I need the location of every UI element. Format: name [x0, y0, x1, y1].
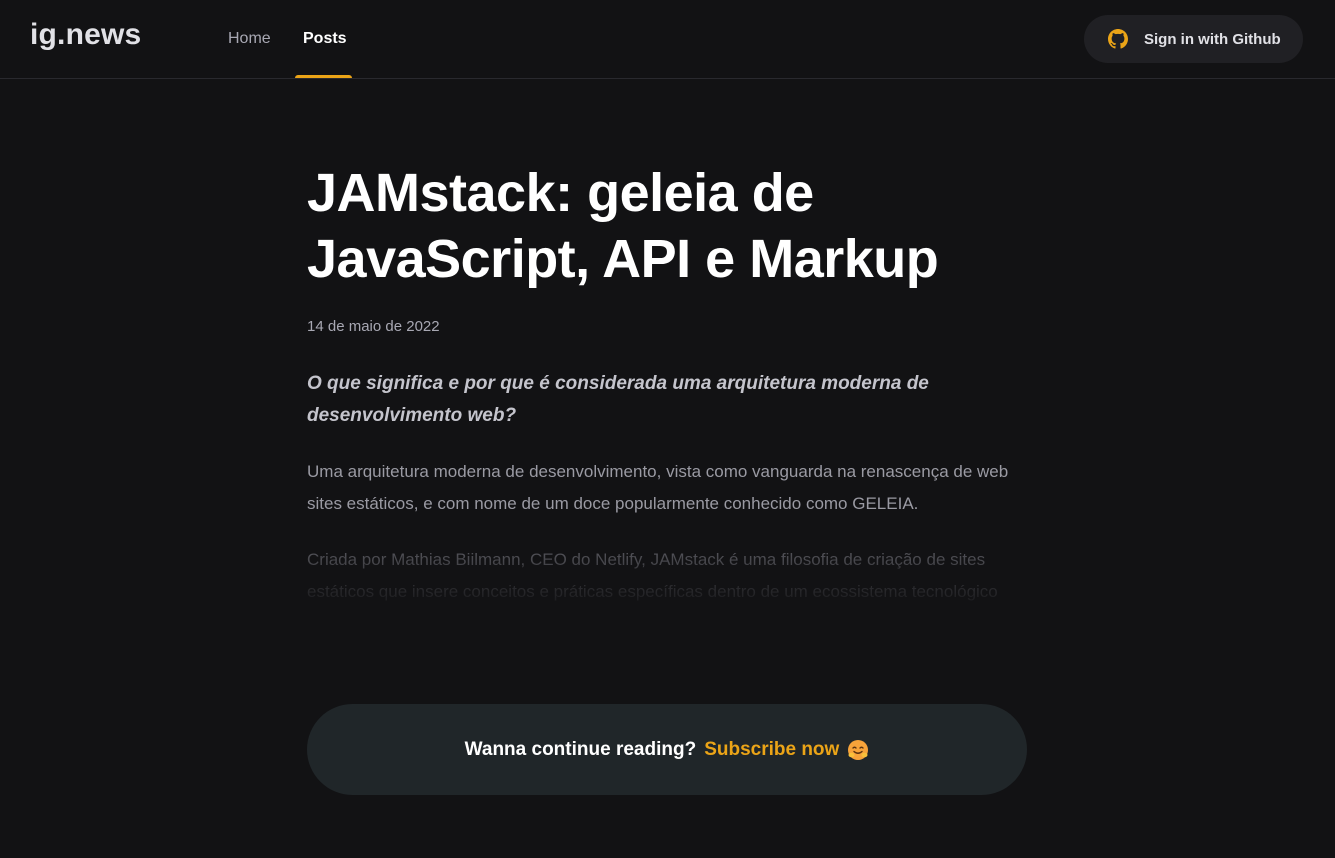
- nav-posts-link[interactable]: Posts: [303, 30, 347, 48]
- post-paragraph-faded: Criada por Mathias Biilmann, CEO do Netl…: [307, 544, 1027, 608]
- subscribe-now-link[interactable]: Subscribe now: [704, 739, 839, 761]
- nav-home-link[interactable]: Home: [228, 30, 271, 48]
- active-nav-indicator: [295, 75, 352, 78]
- post-subtitle: O que significa e por que é considerada …: [307, 373, 929, 426]
- sign-in-label: Sign in with Github: [1144, 30, 1281, 48]
- github-icon: [1108, 29, 1128, 49]
- continue-reading-text: Wanna continue reading?: [464, 738, 697, 760]
- post-article: JAMstack: geleia de JavaScript, API e Ma…: [307, 160, 1027, 601]
- post-date: 14 de maio de 2022: [307, 318, 440, 335]
- hugging-face-emoji-icon: [847, 739, 869, 761]
- top-header: ig.news Home Posts Sign in with Github: [0, 0, 1335, 79]
- post-title: JAMstack: geleia de JavaScript, API e Ma…: [307, 163, 939, 289]
- post-paragraph: Uma arquitetura moderna de desenvolvimen…: [307, 462, 1009, 513]
- sign-in-github-button[interactable]: Sign in with Github: [1084, 15, 1303, 63]
- logo[interactable]: ig.news: [30, 18, 141, 52]
- continue-reading-banner: Wanna continue reading? Subscribe now: [307, 704, 1027, 795]
